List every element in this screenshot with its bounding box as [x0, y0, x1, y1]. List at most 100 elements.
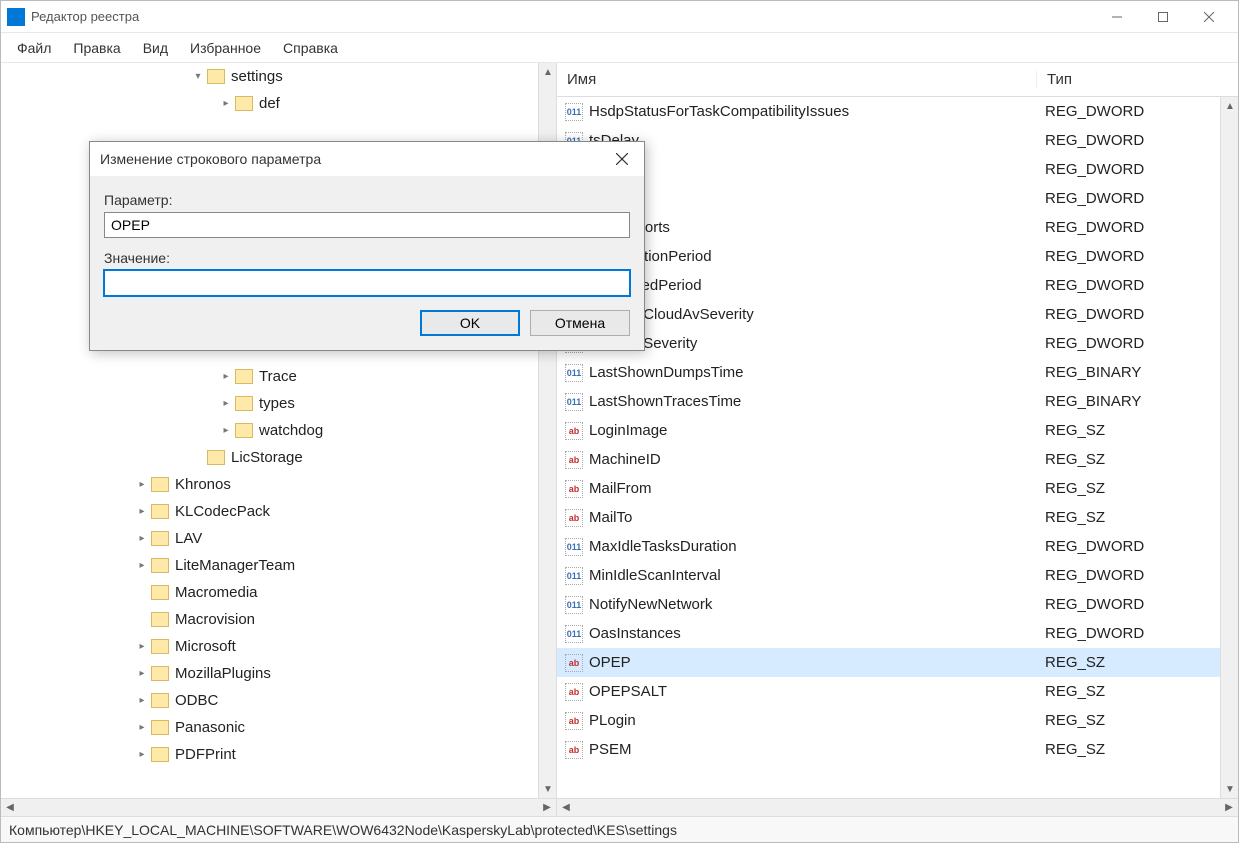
menu-edit[interactable]: Правка: [63, 36, 130, 60]
chevron-right-icon[interactable]: ▸: [219, 425, 233, 436]
value-row[interactable]: 011MinIdleScanIntervalREG_DWORD: [557, 561, 1238, 590]
value-row[interactable]: abMachineIDREG_SZ: [557, 445, 1238, 474]
folder-icon: [151, 612, 169, 627]
chevron-right-icon[interactable]: ▸: [135, 506, 149, 517]
menu-view[interactable]: Вид: [133, 36, 178, 60]
value-row[interactable]: 011cessibleSeverityREG_DWORD: [557, 329, 1238, 358]
list-horizontal-scrollbar[interactable]: ◀ ▶: [557, 798, 1238, 816]
main-window: Редактор реестра Файл Правка Вид Избранн…: [0, 0, 1239, 843]
tree-item[interactable]: ▸def: [1, 90, 556, 117]
value-row[interactable]: 011LastShownTracesTimeREG_BINARY: [557, 387, 1238, 416]
menu-file[interactable]: Файл: [7, 36, 61, 60]
value-row[interactable]: 011HsdpStatusForTaskCompatibilityIssuesR…: [557, 97, 1238, 126]
value-row[interactable]: 011BeExpiredPeriodREG_DWORD: [557, 271, 1238, 300]
value-row[interactable]: 011OasInstancesREG_DWORD: [557, 619, 1238, 648]
tree-item[interactable]: Macrovision: [1, 606, 556, 633]
value-row[interactable]: 011iveREG_DWORD: [557, 184, 1238, 213]
chevron-right-icon[interactable]: ▸: [135, 560, 149, 571]
chevron-right-icon[interactable]: ▸: [135, 722, 149, 733]
value-row[interactable]: 011centReportsREG_DWORD: [557, 213, 1238, 242]
menu-favorites[interactable]: Избранное: [180, 36, 271, 60]
chevron-right-icon[interactable]: ▸: [219, 398, 233, 409]
folder-icon: [235, 396, 253, 411]
value-type: REG_DWORD: [1035, 248, 1144, 265]
scroll-right-icon[interactable]: ▶: [1220, 799, 1238, 817]
folder-icon: [151, 504, 169, 519]
scroll-down-icon[interactable]: ▼: [539, 780, 557, 798]
value-row[interactable]: abMailFromREG_SZ: [557, 474, 1238, 503]
chevron-right-icon[interactable]: ▸: [135, 668, 149, 679]
chevron-right-icon[interactable]: ▸: [135, 533, 149, 544]
scroll-up-icon[interactable]: ▲: [1221, 97, 1239, 115]
list-pane: Имя Тип 011HsdpStatusForTaskCompatibilit…: [557, 63, 1238, 816]
minimize-button[interactable]: [1094, 1, 1140, 33]
value-row[interactable]: 011MaxIdleTasksDurationREG_DWORD: [557, 532, 1238, 561]
ok-button[interactable]: OK: [420, 310, 520, 336]
column-name-header[interactable]: Имя: [557, 71, 1037, 88]
value-input[interactable]: [104, 270, 630, 296]
tree-item[interactable]: ▸LiteManagerTeam: [1, 552, 556, 579]
value-row[interactable]: 011allREG_DWORD: [557, 155, 1238, 184]
chevron-right-icon[interactable]: ▸: [135, 479, 149, 490]
tree-item[interactable]: ▸MozillaPlugins: [1, 660, 556, 687]
folder-icon: [151, 693, 169, 708]
scroll-right-icon[interactable]: ▶: [538, 799, 556, 817]
value-row[interactable]: 011cessibleCloudAvSeverityREG_DWORD: [557, 300, 1238, 329]
tree-item[interactable]: ▸Khronos: [1, 471, 556, 498]
list-vertical-scrollbar[interactable]: ▲ ▼: [1220, 97, 1238, 798]
chevron-right-icon[interactable]: ▸: [219, 371, 233, 382]
value-row[interactable]: abOPEPSALTREG_SZ: [557, 677, 1238, 706]
tree-item-label: Macrovision: [175, 611, 255, 628]
tree-horizontal-scrollbar[interactable]: ◀ ▶: [1, 798, 556, 816]
tree-item[interactable]: ▸watchdog: [1, 417, 556, 444]
tree-item[interactable]: LicStorage: [1, 444, 556, 471]
value-type: REG_DWORD: [1035, 625, 1144, 642]
value-row[interactable]: abMailToREG_SZ: [557, 503, 1238, 532]
chevron-right-icon[interactable]: ▸: [135, 641, 149, 652]
chevron-right-icon[interactable]: ▸: [135, 749, 149, 760]
column-type-header[interactable]: Тип: [1037, 71, 1238, 88]
value-row[interactable]: 011tsDelayREG_DWORD: [557, 126, 1238, 155]
string-value-icon: ab: [565, 480, 583, 498]
menu-help[interactable]: Справка: [273, 36, 348, 60]
value-row[interactable]: abPLoginREG_SZ: [557, 706, 1238, 735]
value-type: REG_DWORD: [1035, 219, 1144, 236]
tree-item[interactable]: ▸ODBC: [1, 687, 556, 714]
tree-item[interactable]: ▸LAV: [1, 525, 556, 552]
value-type: REG_SZ: [1035, 654, 1105, 671]
tree-item[interactable]: ▸Trace: [1, 363, 556, 390]
tree-item[interactable]: ▸PDFPrint: [1, 741, 556, 768]
tree-item[interactable]: ▸Microsoft: [1, 633, 556, 660]
chevron-right-icon[interactable]: ▸: [135, 695, 149, 706]
value-name: all: [589, 161, 1035, 178]
dialog-close-button[interactable]: [610, 147, 634, 171]
value-row[interactable]: abPSEMREG_SZ: [557, 735, 1238, 764]
scroll-left-icon[interactable]: ◀: [1, 799, 19, 817]
value-row[interactable]: 011LastShownDumpsTimeREG_BINARY: [557, 358, 1238, 387]
chevron-down-icon[interactable]: ▾: [191, 71, 205, 82]
param-name-input[interactable]: [104, 212, 630, 238]
tree-item[interactable]: Macromedia: [1, 579, 556, 606]
binary-value-icon: 011: [565, 567, 583, 585]
value-name: NotifyNewNetwork: [589, 596, 1035, 613]
scroll-down-icon[interactable]: ▼: [1221, 780, 1239, 798]
maximize-button[interactable]: [1140, 1, 1186, 33]
value-type: REG_DWORD: [1035, 161, 1144, 178]
value-row[interactable]: abOPEPREG_SZ: [557, 648, 1238, 677]
cancel-button[interactable]: Отмена: [530, 310, 630, 336]
folder-icon: [235, 96, 253, 111]
value-row[interactable]: 011utExpirationPeriodREG_DWORD: [557, 242, 1238, 271]
tree-item[interactable]: ▸types: [1, 390, 556, 417]
list-body[interactable]: 011HsdpStatusForTaskCompatibilityIssuesR…: [557, 97, 1238, 816]
scroll-up-icon[interactable]: ▲: [539, 63, 557, 81]
close-button[interactable]: [1186, 1, 1232, 33]
tree-item[interactable]: ▾settings: [1, 63, 556, 90]
value-type: REG_SZ: [1035, 422, 1105, 439]
value-row[interactable]: abLoginImageREG_SZ: [557, 416, 1238, 445]
folder-icon: [151, 585, 169, 600]
chevron-right-icon[interactable]: ▸: [219, 98, 233, 109]
tree-item[interactable]: ▸KLCodecPack: [1, 498, 556, 525]
scroll-left-icon[interactable]: ◀: [557, 799, 575, 817]
value-row[interactable]: 011NotifyNewNetworkREG_DWORD: [557, 590, 1238, 619]
tree-item[interactable]: ▸Panasonic: [1, 714, 556, 741]
